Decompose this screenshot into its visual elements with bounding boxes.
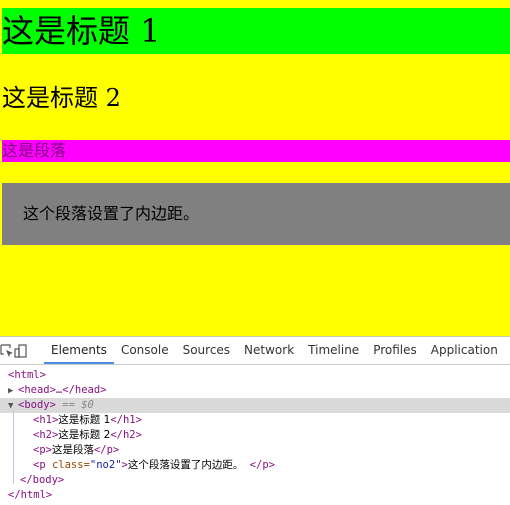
tree-row-html-close[interactable]: </html> [0, 488, 510, 503]
devtools-toolbar: Elements Console Sources Network Timelin… [0, 337, 510, 365]
dom-tree: <html> ▶ <head>…</head> ▼ <body> == $0 <h1… [0, 365, 510, 503]
rendered-page: 这是标题 1 这是标题 2 这是段落 这个段落设置了内边距。 [0, 0, 510, 336]
tab-overflow[interactable]: S [505, 337, 510, 364]
tree-row-body-close[interactable]: </body> [0, 473, 510, 488]
tree-row-head[interactable]: ▶ <head>…</head> [0, 383, 510, 398]
tree-guide-line [13, 410, 14, 484]
heading-1: 这是标题 1 [2, 8, 510, 54]
device-mode-icon[interactable] [14, 337, 28, 364]
expand-triangle-icon[interactable]: ▶ [8, 384, 18, 399]
tree-row-html[interactable]: <html> [0, 368, 510, 383]
paragraph: 这是段落 [2, 140, 510, 162]
devtools-panel: Elements Console Sources Network Timelin… [0, 336, 510, 505]
tree-row-h1[interactable]: <h1>这是标题 1</h1> [0, 413, 510, 428]
tab-network[interactable]: Network [237, 337, 301, 364]
tab-elements[interactable]: Elements [44, 337, 114, 364]
tab-application[interactable]: Application [424, 337, 505, 364]
tab-sources[interactable]: Sources [176, 337, 237, 364]
heading-2: 这是标题 2 [2, 84, 121, 112]
tree-row-body[interactable]: ▼ <body> == $0 [0, 398, 510, 413]
tree-row-p-no2[interactable]: <p class="no2">这个段落设置了内边距。 </p> [0, 458, 510, 473]
padded-paragraph: 这个段落设置了内边距。 [2, 183, 510, 245]
tree-row-h2[interactable]: <h2>这是标题 2</h2> [0, 428, 510, 443]
tree-row-p[interactable]: <p>这是段落</p> [0, 443, 510, 458]
tab-timeline[interactable]: Timeline [301, 337, 366, 364]
tab-console[interactable]: Console [114, 337, 176, 364]
tab-profiles[interactable]: Profiles [366, 337, 424, 364]
inspect-element-icon[interactable] [0, 337, 14, 364]
